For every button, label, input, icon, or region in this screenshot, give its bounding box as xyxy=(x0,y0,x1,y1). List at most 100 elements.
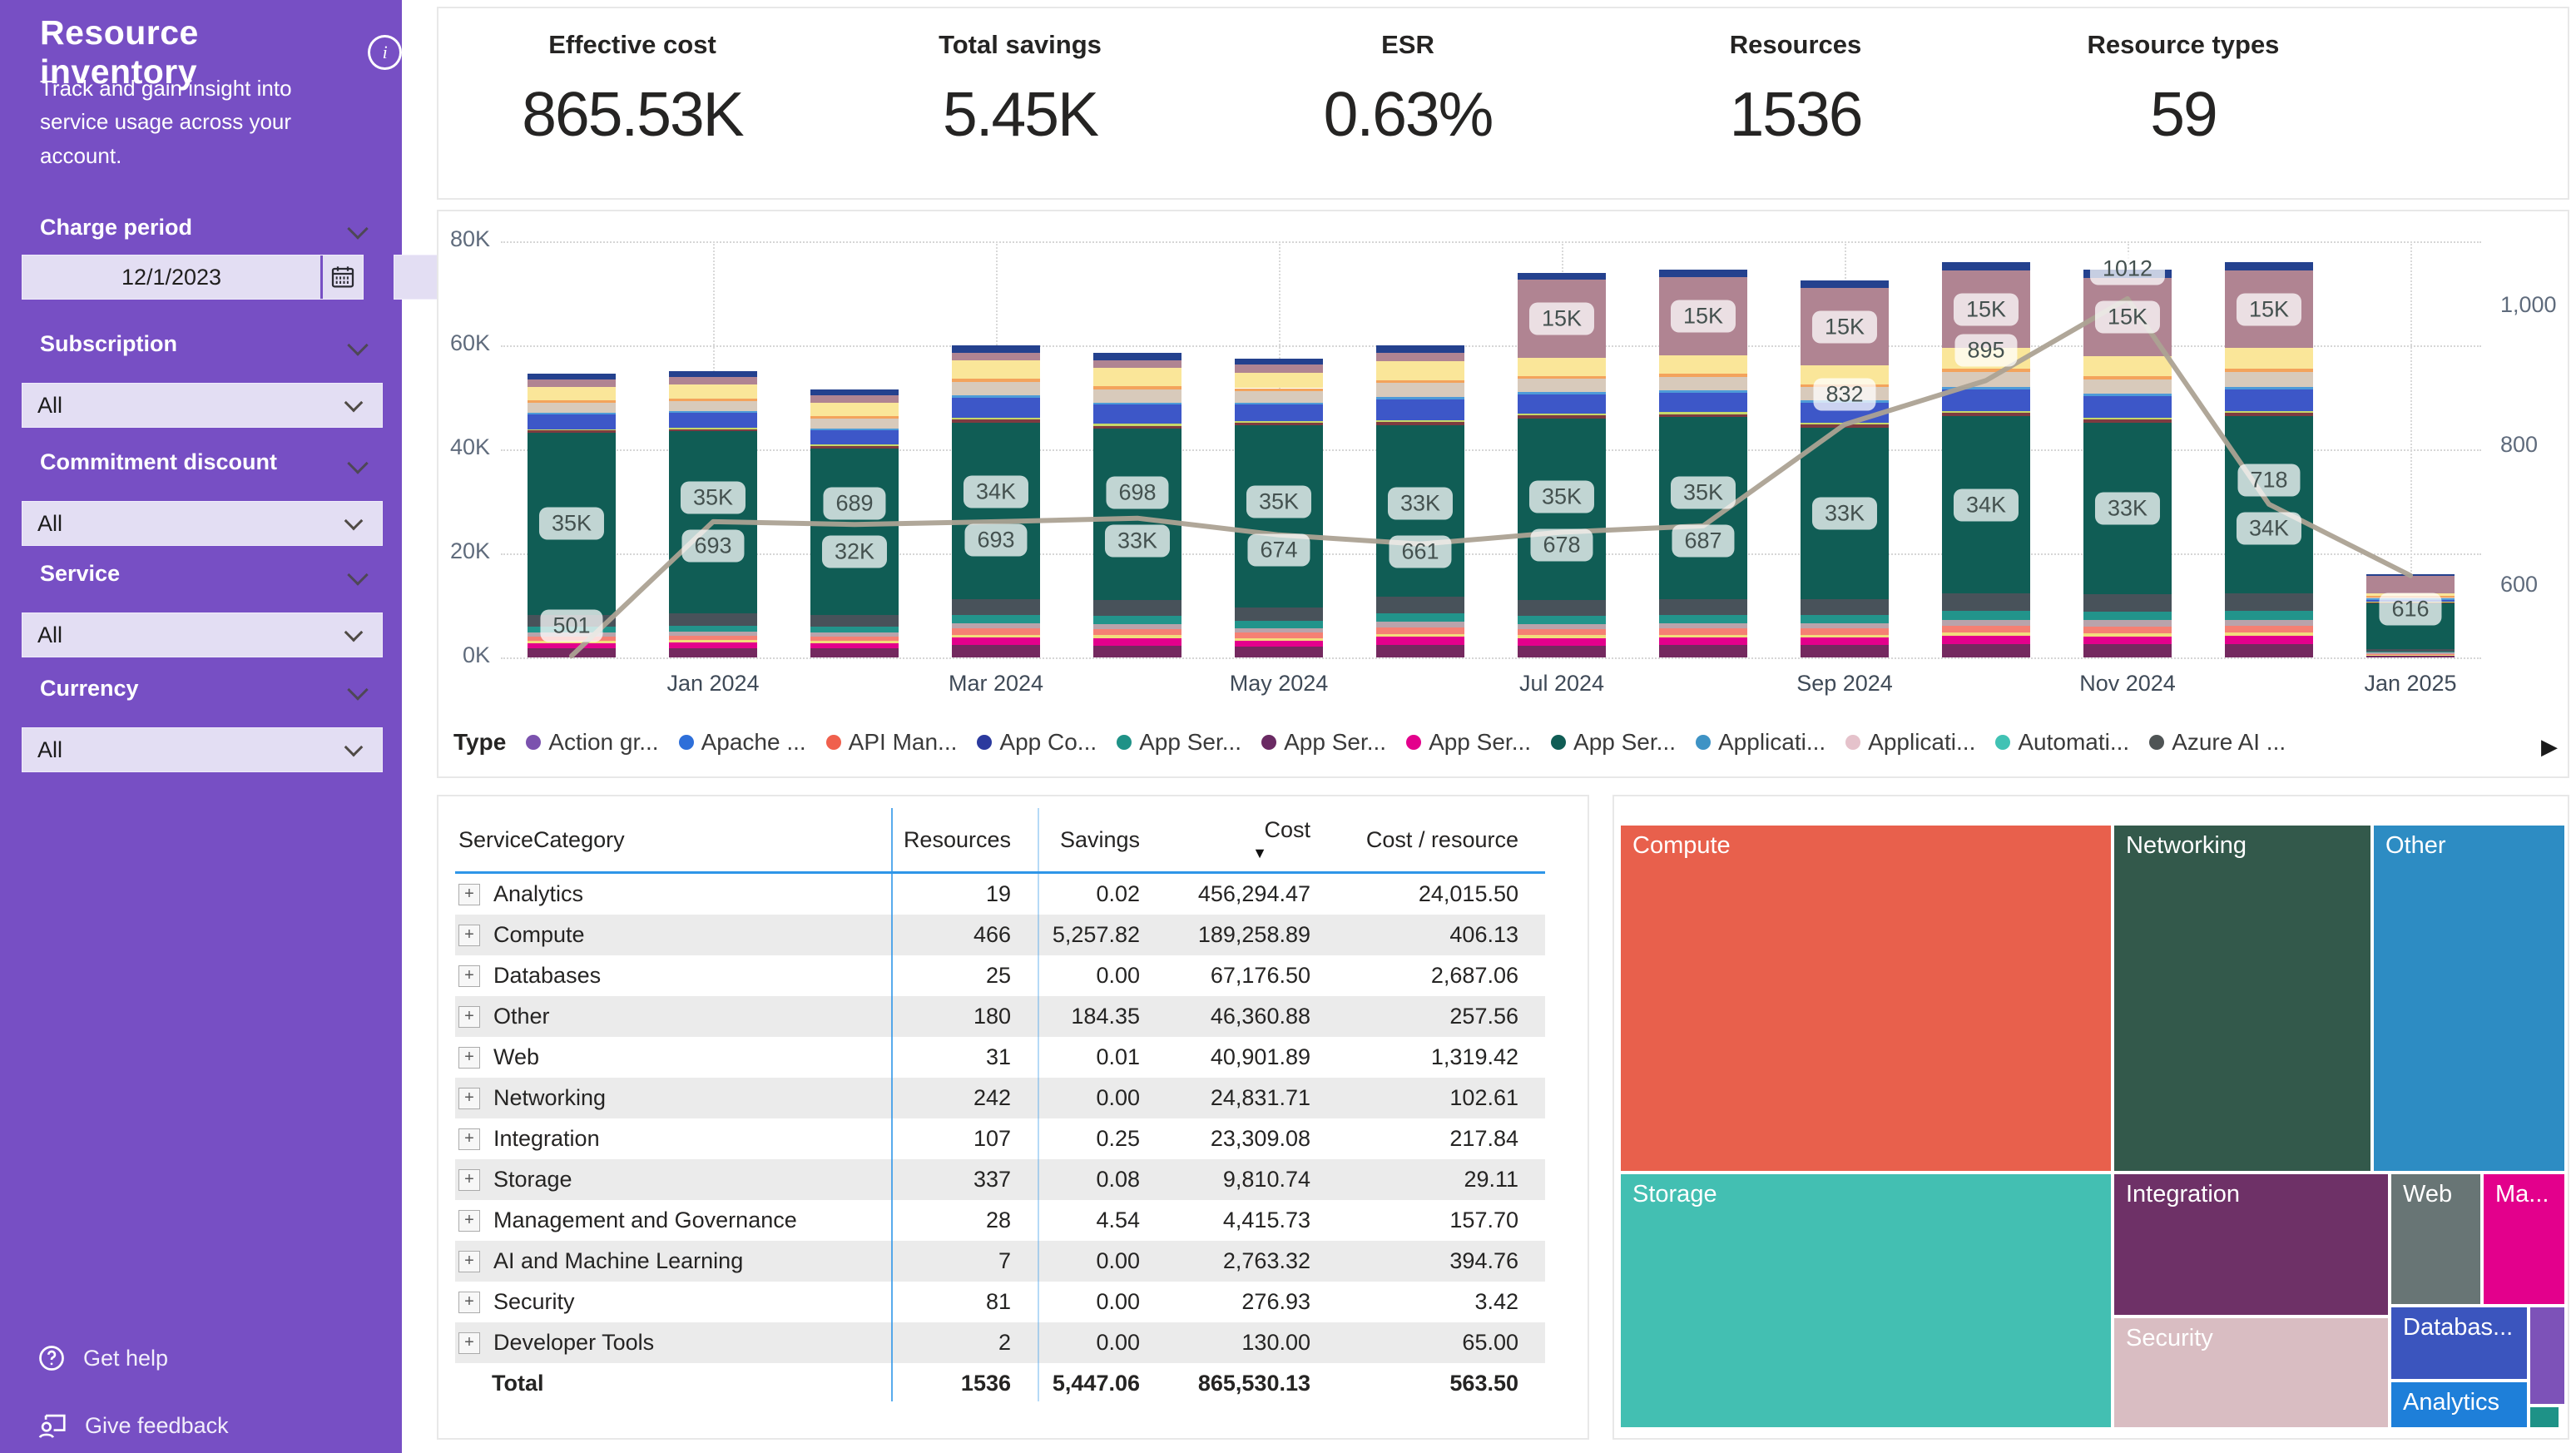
bar-segment xyxy=(2083,637,2172,645)
stacked-bar-jan-2025[interactable] xyxy=(2366,211,2455,780)
legend-item[interactable]: App Ser... xyxy=(1406,729,1531,756)
legend-item[interactable]: Applicati... xyxy=(1845,729,1975,756)
column-header-savings[interactable]: Savings xyxy=(1021,827,1150,853)
chevron-down-icon[interactable] xyxy=(347,679,368,700)
legend-label: API Man... xyxy=(849,729,958,756)
treemap-tile-networking[interactable]: Networking xyxy=(2114,826,2370,1171)
treemap-tile-integration[interactable]: Integration xyxy=(2114,1174,2388,1315)
table-row[interactable]: +Other180184.3546,360.88257.56 xyxy=(455,996,1545,1037)
bar-segment xyxy=(1376,637,1464,644)
currency-dropdown[interactable]: All xyxy=(22,727,383,772)
column-header-cost[interactable]: Cost▼ xyxy=(1150,817,1320,862)
expand-icon[interactable]: + xyxy=(458,1006,480,1028)
commitment-discount-dropdown[interactable]: All xyxy=(22,501,383,546)
service-category-table: ServiceCategoryResourcesSavingsCost▼Cost… xyxy=(437,795,1589,1440)
bar-segment xyxy=(528,403,616,413)
row-value: 865,530.13 xyxy=(1150,1371,1320,1396)
legend-item[interactable]: App Ser... xyxy=(1551,729,1676,756)
legend-item[interactable]: Automati... xyxy=(1995,729,2129,756)
column-header-servicecategory[interactable]: ServiceCategory xyxy=(455,827,874,853)
bar-segment xyxy=(810,627,899,632)
bar-segment xyxy=(669,636,757,641)
subscription-dropdown[interactable]: All xyxy=(22,383,383,428)
table-row[interactable]: +Networking2420.0024,831.71102.61 xyxy=(455,1078,1545,1118)
start-date-input[interactable] xyxy=(22,255,320,299)
bar-segment xyxy=(810,430,899,444)
chevron-down-icon[interactable] xyxy=(347,453,368,474)
table-row[interactable]: +Security810.00276.933.42 xyxy=(455,1282,1545,1322)
table-row[interactable]: +Compute4665,257.82189,258.89406.13 xyxy=(455,915,1545,955)
table-row[interactable]: +Storage3370.089,810.7429.11 xyxy=(455,1159,1545,1200)
bar-segment xyxy=(2225,626,2313,632)
treemap-tile-analytics[interactable]: Analytics xyxy=(2391,1382,2527,1427)
table-row[interactable]: +Management and Governance284.544,415.73… xyxy=(455,1200,1545,1241)
bar-value-label: 32K xyxy=(822,536,887,568)
table-row[interactable]: +Web310.0140,901.891,319.42 xyxy=(455,1037,1545,1078)
stacked-bar-sep-2024[interactable] xyxy=(1801,211,1889,780)
expand-icon[interactable]: + xyxy=(458,925,480,946)
legend-scroll-right-icon[interactable]: ▶ xyxy=(2541,734,2558,760)
bar-segment xyxy=(1659,645,1747,657)
bar-segment xyxy=(1518,624,1606,629)
legend-item[interactable]: API Man... xyxy=(826,729,958,756)
info-icon[interactable]: i xyxy=(368,35,402,70)
row-value: 466 xyxy=(874,922,1021,948)
y-axis-tick: 80K xyxy=(438,226,490,252)
column-header-resources[interactable]: Resources xyxy=(874,827,1021,853)
expand-icon[interactable]: + xyxy=(458,1088,480,1109)
treemap-tile-storage[interactable]: Storage xyxy=(1621,1174,2111,1427)
table-row[interactable]: +Integration1070.2523,309.08217.84 xyxy=(455,1118,1545,1159)
treemap-tile-databas[interactable]: Databas... xyxy=(2391,1307,2527,1379)
expand-icon[interactable]: + xyxy=(458,1332,480,1354)
table-row[interactable]: +Databases250.0067,176.502,687.06 xyxy=(455,955,1545,996)
table-row[interactable]: +AI and Machine Learning70.002,763.32394… xyxy=(455,1241,1545,1282)
charge-period-start-field[interactable] xyxy=(22,255,364,300)
stacked-bar-dec-2023[interactable] xyxy=(528,211,616,780)
bar-segment xyxy=(1942,620,2030,626)
commitment-discount-label: Commitment discount xyxy=(40,449,277,475)
treemap-tile[interactable] xyxy=(2530,1407,2559,1427)
column-header-cost-resource[interactable]: Cost / resource xyxy=(1320,827,1528,853)
treemap-tile-other[interactable]: Other xyxy=(2374,826,2564,1171)
legend-item[interactable]: App Ser... xyxy=(1117,729,1241,756)
service-dropdown[interactable]: All xyxy=(22,612,383,657)
legend-item[interactable]: App Co... xyxy=(977,729,1097,756)
table-row[interactable]: +Developer Tools20.00130.0065.00 xyxy=(455,1322,1545,1363)
expand-icon[interactable]: + xyxy=(458,1292,480,1313)
expand-icon[interactable]: + xyxy=(458,884,480,905)
give-feedback-link[interactable]: Give feedback xyxy=(37,1410,229,1441)
treemap-tile-ma[interactable]: Ma... xyxy=(2484,1174,2564,1304)
expand-icon[interactable]: + xyxy=(458,965,480,987)
legend-item[interactable]: Applicati... xyxy=(1696,729,1825,756)
treemap-tile-web[interactable]: Web xyxy=(2391,1174,2480,1304)
expand-icon[interactable]: + xyxy=(458,1047,480,1069)
bar-segment xyxy=(528,429,616,431)
row-value: 242 xyxy=(874,1085,1021,1111)
chevron-down-icon[interactable] xyxy=(347,564,368,585)
row-value: 81 xyxy=(874,1289,1021,1315)
treemap-tile-security[interactable]: Security xyxy=(2114,1318,2388,1427)
bar-segment xyxy=(2083,594,2172,612)
expand-icon[interactable]: + xyxy=(458,1169,480,1191)
expand-icon[interactable]: + xyxy=(458,1251,480,1272)
chevron-down-icon[interactable] xyxy=(347,335,368,355)
expand-icon[interactable]: + xyxy=(458,1210,480,1232)
row-value: 23,309.08 xyxy=(1150,1126,1320,1152)
expand-icon[interactable]: + xyxy=(458,1128,480,1150)
bar-segment xyxy=(669,384,757,399)
treemap-tile-compute[interactable]: Compute xyxy=(1621,826,2111,1171)
bar-segment xyxy=(2083,644,2172,657)
bar-segment xyxy=(2225,636,2313,644)
legend-item[interactable]: Azure AI ... xyxy=(2149,729,2286,756)
legend-item[interactable]: Action gr... xyxy=(526,729,658,756)
table-row[interactable]: +Analytics190.02456,294.4724,015.50 xyxy=(455,874,1545,915)
bar-segment xyxy=(1518,394,1606,414)
legend-item[interactable]: App Ser... xyxy=(1261,729,1386,756)
table-total-row[interactable]: Total15365,447.06865,530.13563.50 xyxy=(455,1363,1545,1404)
treemap-tile[interactable] xyxy=(2530,1307,2564,1404)
legend-item[interactable]: Apache ... xyxy=(679,729,806,756)
calendar-icon[interactable] xyxy=(320,255,363,299)
line-value-label: 698 xyxy=(1106,476,1168,508)
get-help-link[interactable]: Get help xyxy=(37,1343,168,1373)
chevron-down-icon[interactable] xyxy=(347,218,368,239)
